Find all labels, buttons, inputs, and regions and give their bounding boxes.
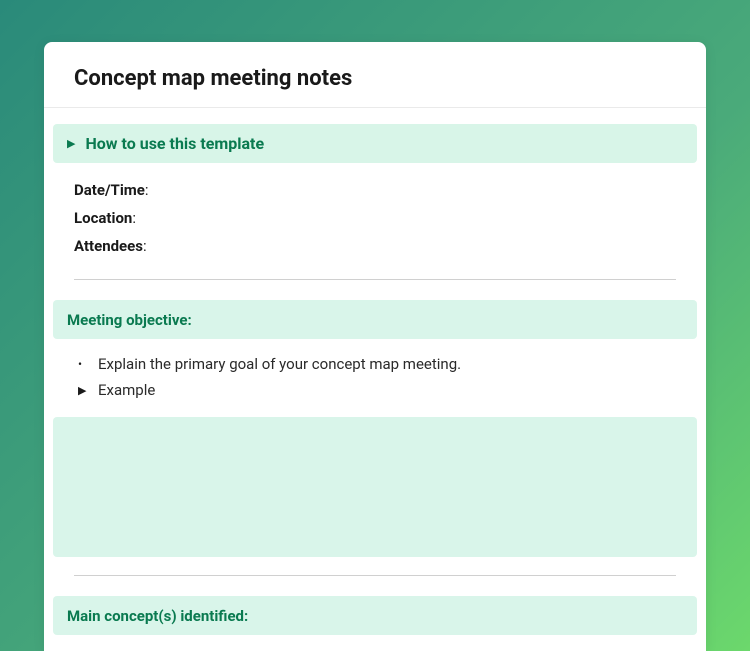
objective-list: • Explain the primary goal of your conce… <box>44 355 706 399</box>
attendees-label: Attendees <box>74 237 143 255</box>
divider <box>74 575 676 576</box>
help-callout[interactable]: ▶ How to use this template <box>53 124 697 163</box>
attendees-row[interactable]: Attendees: <box>74 237 676 255</box>
chevron-right-icon: ▶ <box>78 384 86 397</box>
colon: : <box>143 237 147 255</box>
colon: : <box>145 181 149 199</box>
divider <box>74 279 676 280</box>
objective-heading: Meeting objective: <box>67 311 192 329</box>
list-item-text: Example <box>98 381 155 399</box>
datetime-row[interactable]: Date/Time: <box>74 181 676 199</box>
meta-section: Date/Time: Location: Attendees: <box>44 181 706 279</box>
concepts-heading: Main concept(s) identified: <box>67 607 248 625</box>
document-page: Concept map meeting notes ▶ How to use t… <box>44 42 706 651</box>
datetime-label: Date/Time <box>74 181 145 199</box>
objective-header: Meeting objective: <box>53 300 697 339</box>
chevron-right-icon: ▶ <box>67 138 75 149</box>
bullet-icon: • <box>78 357 86 371</box>
page-title: Concept map meeting notes <box>44 66 706 108</box>
location-label: Location <box>74 209 132 227</box>
help-callout-title: How to use this template <box>85 134 264 153</box>
colon: : <box>132 209 136 227</box>
list-item[interactable]: • Explain the primary goal of your conce… <box>74 355 676 373</box>
list-item-text: Explain the primary goal of your concept… <box>98 355 461 373</box>
content-block[interactable] <box>53 417 697 557</box>
list-item[interactable]: ▶ Example <box>74 381 676 399</box>
location-row[interactable]: Location: <box>74 209 676 227</box>
